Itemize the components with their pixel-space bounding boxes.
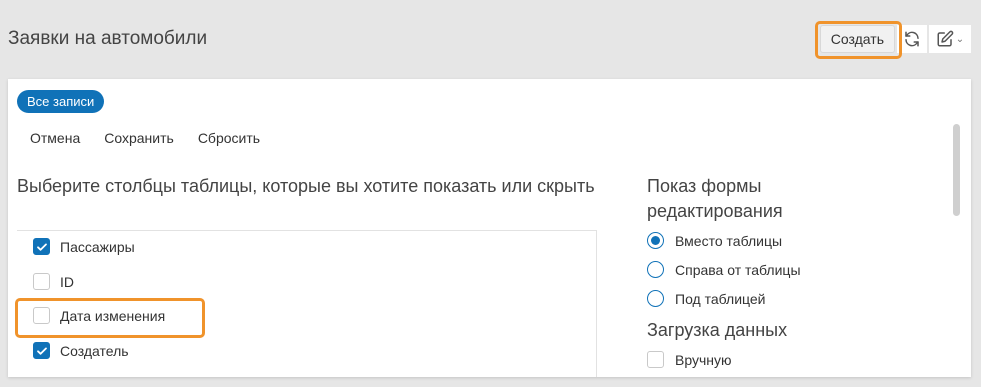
data-loading-section-title: Загрузка данных xyxy=(647,320,788,340)
radio-label: Вместо таблицы xyxy=(675,232,783,249)
page-title: Заявки на автомобили xyxy=(8,28,208,49)
save-button[interactable]: Сохранить xyxy=(104,130,174,146)
top-actions: Создать ⌄ xyxy=(819,24,971,54)
edit-icon xyxy=(937,30,954,47)
radio-right-of-table[interactable]: Справа от таблицы xyxy=(647,261,801,278)
check-icon xyxy=(36,347,47,355)
column-item-passengers[interactable]: Пассажиры xyxy=(33,238,135,255)
chevron-down-icon: ⌄ xyxy=(955,33,965,45)
radio-button-selected[interactable] xyxy=(647,232,664,249)
manual-load-label: Вручную xyxy=(675,351,732,368)
form-display-section-title: Показ формы редактирования xyxy=(647,176,783,221)
radio-label: Справа от таблицы xyxy=(675,261,801,278)
checkbox-unchecked[interactable] xyxy=(33,307,50,324)
edit-menu-button[interactable]: ⌄ xyxy=(929,25,971,53)
column-item-creator[interactable]: Создатель xyxy=(33,342,129,359)
create-button[interactable]: Создать xyxy=(819,25,895,53)
column-item-modified-date[interactable]: Дата изменения xyxy=(33,307,165,324)
columns-list[interactable]: Пассажиры ID Дата изменения Создатель xyxy=(17,230,597,377)
cancel-button[interactable]: Отмена xyxy=(30,130,80,146)
column-item-label: Дата изменения xyxy=(60,307,166,324)
refresh-button[interactable] xyxy=(897,25,927,53)
columns-section-title: Выберите столбцы таблицы, которые вы хот… xyxy=(17,176,595,196)
column-item-label: ID xyxy=(60,273,74,290)
manual-load-option[interactable]: Вручную xyxy=(647,351,732,368)
reset-button[interactable]: Сбросить xyxy=(198,130,260,146)
settings-card: Все записи Отмена Сохранить Сбросить Выб… xyxy=(8,79,971,377)
checkbox-checked[interactable] xyxy=(33,238,50,255)
column-item-id[interactable]: ID xyxy=(33,273,74,290)
all-records-tab[interactable]: Все записи xyxy=(17,90,105,113)
radio-button[interactable] xyxy=(647,290,664,307)
checkbox-unchecked[interactable] xyxy=(647,351,664,368)
radio-label: Под таблицей xyxy=(675,290,766,307)
radio-below-table[interactable]: Под таблицей xyxy=(647,290,766,307)
settings-toolbar: Отмена Сохранить Сбросить xyxy=(30,130,260,146)
checkbox-unchecked[interactable] xyxy=(33,273,50,290)
column-item-label: Создатель xyxy=(60,342,129,359)
checkbox-checked[interactable] xyxy=(33,342,50,359)
check-icon xyxy=(36,243,47,251)
radio-button[interactable] xyxy=(647,261,664,278)
refresh-icon xyxy=(905,31,919,47)
column-item-label: Пассажиры xyxy=(60,238,135,255)
scrollbar[interactable] xyxy=(953,124,960,216)
radio-instead-of-table[interactable]: Вместо таблицы xyxy=(647,232,782,249)
